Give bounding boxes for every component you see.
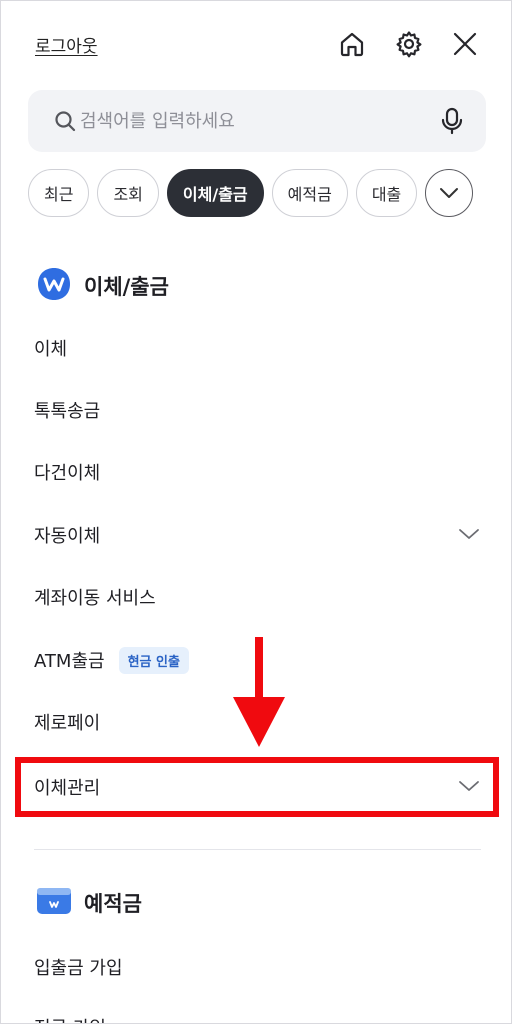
menu-item-transfer[interactable]: 이체 — [34, 326, 482, 370]
chevron-down-icon[interactable] — [458, 525, 480, 546]
menu-item-label: 자동이체 — [34, 526, 101, 547]
tab-recent[interactable]: 최근 — [28, 169, 90, 217]
microphone-icon[interactable] — [436, 105, 468, 137]
search-input[interactable] — [80, 110, 450, 132]
menu-item-label: 다건이체 — [34, 463, 101, 484]
down-arrow-annotation — [231, 637, 287, 753]
chevron-down-icon[interactable] — [425, 169, 474, 217]
search-bar — [28, 90, 486, 152]
transfer-badge-icon — [36, 267, 72, 305]
deposit-card-icon — [36, 886, 72, 920]
section-header-transfer: 이체/출금 — [36, 267, 169, 305]
category-tabs: 최근 조회 이체/출금 예적금 대출 — [28, 169, 474, 217]
home-icon[interactable] — [335, 27, 369, 61]
tab-loan[interactable]: 대출 — [355, 169, 418, 217]
gear-icon[interactable] — [392, 27, 426, 61]
menu-item-toktok-send[interactable]: 톡톡송금 — [34, 388, 482, 432]
menu-item-savings-signup[interactable]: 적금 가입 — [34, 1005, 482, 1023]
menu-item-label: 적금 가입 — [34, 1014, 106, 1023]
section-divider — [34, 849, 481, 850]
tab-deposit[interactable]: 예적금 — [271, 169, 348, 217]
menu-item-checking-signup[interactable]: 입출금 가입 — [34, 945, 482, 989]
logout-link[interactable]: 로그아웃 — [35, 32, 98, 57]
menu-item-label: 제로페이 — [34, 713, 101, 734]
menu-item-label: 입출금 가입 — [34, 958, 123, 979]
search-icon — [52, 108, 78, 134]
menu-item-bulk-transfer[interactable]: 다건이체 — [34, 450, 482, 494]
menu-item-label: 톡톡송금 — [34, 401, 101, 422]
highlight-box-annotation — [15, 757, 499, 817]
tab-inquiry[interactable]: 조회 — [97, 169, 159, 217]
cash-withdrawal-badge: 현금 인출 — [118, 646, 189, 674]
menu-item-auto-transfer[interactable]: 자동이체 — [34, 513, 482, 557]
menu-item-account-switch[interactable]: 계좌이동 서비스 — [34, 575, 482, 619]
menu-screen: 로그아웃 최근 조회 이체/출금 예적금 대출 이체/출금 이 — [0, 0, 512, 1024]
close-icon[interactable] — [448, 27, 482, 61]
section-header-deposit: 예적금 — [36, 886, 142, 920]
tab-transfer[interactable]: 이체/출금 — [166, 169, 264, 217]
section-title: 예적금 — [84, 892, 142, 916]
menu-item-label: 계좌이동 서비스 — [34, 588, 156, 609]
menu-item-label: ATM출금 — [34, 651, 105, 672]
menu-item-label: 이체 — [34, 339, 68, 360]
section-title: 이체/출금 — [84, 275, 169, 299]
